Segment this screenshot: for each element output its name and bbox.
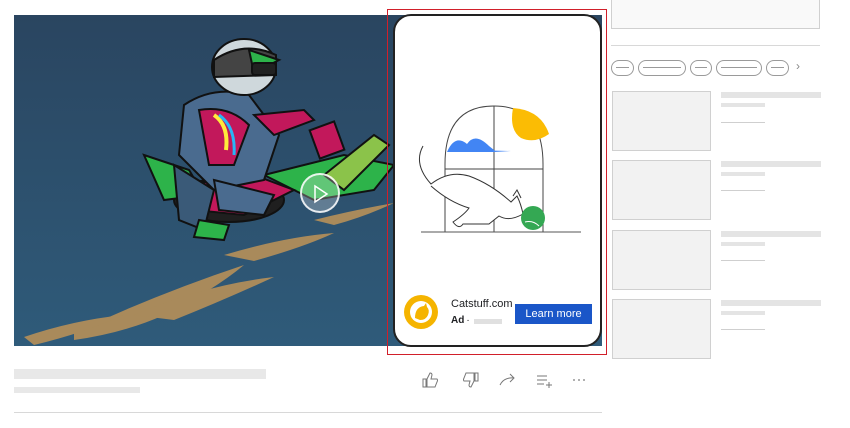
share-button[interactable] xyxy=(497,370,519,390)
video-title-placeholder xyxy=(14,369,266,379)
cat-logo-icon xyxy=(410,301,432,323)
advertiser-name[interactable]: Catstuff.com xyxy=(451,298,513,310)
recommended-video-thumbnail[interactable] xyxy=(612,91,711,151)
recommended-meta-placeholder xyxy=(721,260,765,261)
dislike-icon xyxy=(463,372,479,388)
recommended-title-placeholder xyxy=(721,161,821,167)
sidebar-divider xyxy=(611,45,820,46)
ad-card[interactable]: Catstuff.com Ad · Learn more xyxy=(393,14,602,347)
content-divider xyxy=(14,412,602,413)
dislike-button[interactable] xyxy=(459,370,481,390)
ad-url-placeholder xyxy=(474,319,502,324)
play-icon xyxy=(314,184,329,204)
recommended-subtitle-placeholder xyxy=(721,242,765,246)
recommended-meta-placeholder xyxy=(721,122,765,123)
recommended-video-thumbnail[interactable] xyxy=(612,299,711,359)
recommended-subtitle-placeholder xyxy=(721,103,765,107)
recommended-meta-placeholder xyxy=(721,329,765,330)
like-button[interactable] xyxy=(420,370,442,390)
recommended-title-placeholder xyxy=(721,231,821,237)
more-icon xyxy=(573,379,585,381)
advertiser-logo[interactable] xyxy=(404,295,438,329)
sidebar-top-placeholder xyxy=(611,0,820,29)
save-button[interactable] xyxy=(534,370,556,390)
filter-chip[interactable] xyxy=(716,60,762,76)
filter-chip[interactable] xyxy=(766,60,789,76)
recommended-title-placeholder xyxy=(721,92,821,98)
recommended-subtitle-placeholder xyxy=(721,172,765,176)
like-icon xyxy=(422,372,438,388)
ad-label-row: Ad · xyxy=(451,315,470,326)
more-actions-button[interactable] xyxy=(568,370,590,390)
filter-chip[interactable] xyxy=(690,60,712,76)
ad-illustration xyxy=(418,105,581,233)
chip-next-icon[interactable]: › xyxy=(796,59,800,73)
filter-chip[interactable] xyxy=(638,60,686,76)
play-button[interactable] xyxy=(300,173,340,213)
recommended-video-thumbnail[interactable] xyxy=(612,160,711,220)
save-to-playlist-icon xyxy=(537,375,552,388)
ad-separator: · xyxy=(466,315,470,326)
filter-chip[interactable] xyxy=(611,60,634,76)
learn-more-button[interactable]: Learn more xyxy=(515,304,592,324)
ad-badge: Ad xyxy=(451,315,465,326)
recommended-subtitle-placeholder xyxy=(721,311,765,315)
recommended-meta-placeholder xyxy=(721,190,765,191)
recommended-video-thumbnail[interactable] xyxy=(612,230,711,290)
channel-name-placeholder xyxy=(14,387,140,393)
share-icon xyxy=(499,373,515,386)
recommended-title-placeholder xyxy=(721,300,821,306)
